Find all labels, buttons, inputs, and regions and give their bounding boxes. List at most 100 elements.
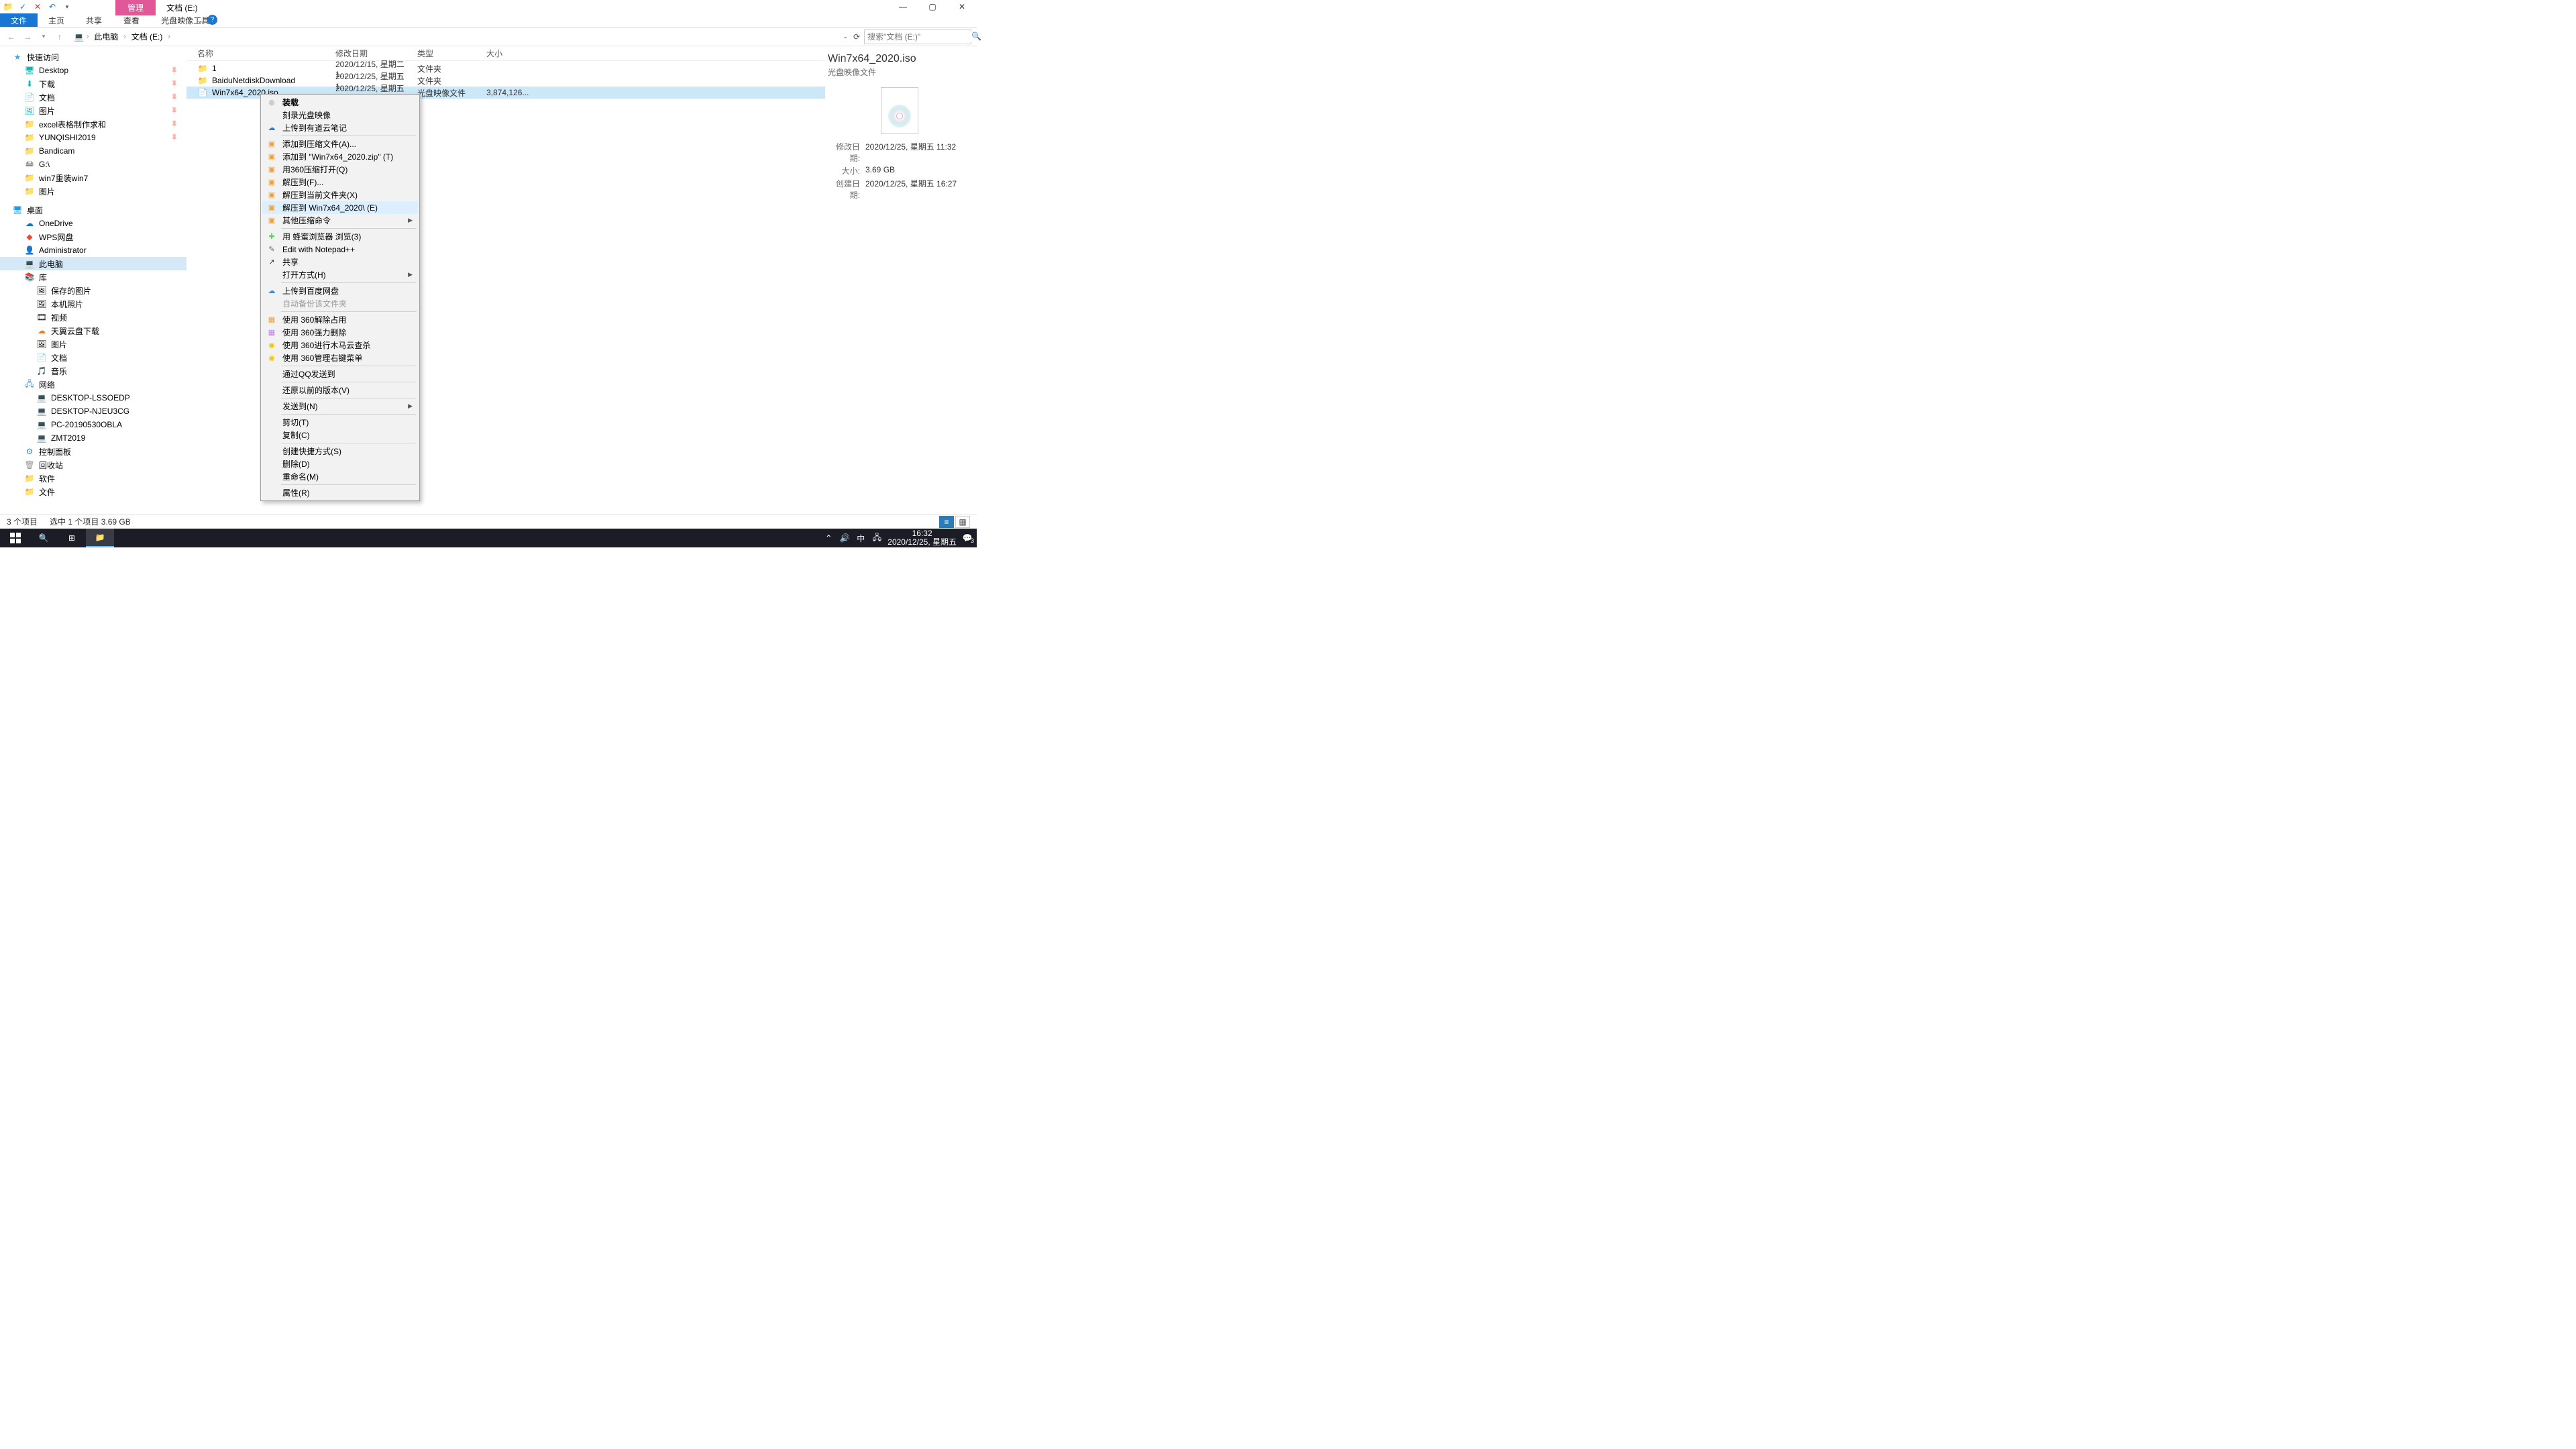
context-menu-item[interactable]: ✚用 蜂蜜浏览器 浏览(3) xyxy=(262,230,418,243)
search-icon[interactable]: 🔍 xyxy=(971,32,981,42)
file-row[interactable]: 📁12020/12/15, 星期二 1...文件夹 xyxy=(186,62,825,74)
context-menu-item[interactable]: 发送到(N)▶ xyxy=(262,400,418,413)
nav-net3[interactable]: 💻PC-20190530OBLA xyxy=(0,418,186,431)
nav-control-panel[interactable]: ⚙控制面板 xyxy=(0,445,186,458)
context-menu-item[interactable]: ▣添加到 "Win7x64_2020.zip" (T) xyxy=(262,150,418,163)
nav-onedrive[interactable]: ☁OneDrive xyxy=(0,217,186,230)
context-menu-item[interactable]: ↗共享 xyxy=(262,256,418,268)
context-menu-item[interactable]: 创建快捷方式(S) xyxy=(262,445,418,458)
qat-check-icon[interactable]: ✓ xyxy=(16,0,30,13)
task-view-button[interactable]: ⊞ xyxy=(58,529,86,547)
nav-forward-button[interactable]: → xyxy=(21,31,34,43)
nav-videos[interactable]: 🎞视频 xyxy=(0,311,186,324)
explorer-taskbar-icon[interactable]: 📁 xyxy=(86,529,114,547)
qat-dropdown-icon[interactable]: ▾ xyxy=(60,0,74,13)
context-menu-item[interactable]: ◉使用 360进行木马云查杀 xyxy=(262,339,418,352)
context-menu-item[interactable]: 删除(D) xyxy=(262,458,418,470)
start-button[interactable] xyxy=(1,529,30,547)
context-menu-item[interactable]: ☁上传到百度网盘 xyxy=(262,284,418,297)
nav-up-button[interactable]: ↑ xyxy=(54,31,66,43)
nav-wps[interactable]: ◆WPS网盘 xyxy=(0,230,186,244)
nav-lib-music[interactable]: 🎵音乐 xyxy=(0,364,186,378)
chevron-right-icon[interactable]: › xyxy=(123,33,125,40)
breadcrumb-pc[interactable]: 此电脑 xyxy=(91,30,121,44)
nav-excel[interactable]: 📁excel表格制作求和 xyxy=(0,117,186,131)
notifications-icon[interactable]: 💬3 xyxy=(962,533,973,543)
col-size[interactable]: 大小 xyxy=(486,48,527,59)
ribbon-tab-view[interactable]: 查看 xyxy=(113,13,150,28)
close-button[interactable]: ✕ xyxy=(947,0,977,13)
nav-g-drive[interactable]: 🖴G:\ xyxy=(0,158,186,171)
breadcrumb-drive[interactable]: 文档 (E:) xyxy=(129,30,166,44)
help-icon[interactable]: ? xyxy=(207,15,217,25)
address-dropdown-icon[interactable]: ⌄ xyxy=(843,33,848,40)
nav-pictures[interactable]: 🖼图片 xyxy=(0,104,186,117)
maximize-button[interactable]: ▢ xyxy=(918,0,947,13)
nav-net2[interactable]: 💻DESKTOP-NJEU3CG xyxy=(0,405,186,418)
ribbon-tab-file[interactable]: 文件 xyxy=(0,13,38,28)
context-menu-item[interactable]: 复制(C) xyxy=(262,429,418,441)
tray-overflow-icon[interactable]: ⌃ xyxy=(823,533,834,543)
nav-downloads[interactable]: ⬇下载 xyxy=(0,77,186,91)
file-row[interactable]: 📁BaiduNetdiskDownload2020/12/25, 星期五 1..… xyxy=(186,74,825,87)
context-menu-item[interactable]: 还原以前的版本(V) xyxy=(262,384,418,396)
context-menu-item[interactable]: ▣添加到压缩文件(A)... xyxy=(262,138,418,150)
nav-saved-pics[interactable]: 🖼保存的图片 xyxy=(0,284,186,297)
context-menu-item[interactable]: ▣解压到当前文件夹(X) xyxy=(262,189,418,201)
context-menu-item[interactable]: ▦使用 360强力删除 xyxy=(262,326,418,339)
chevron-right-icon[interactable]: › xyxy=(168,33,170,40)
breadcrumb[interactable]: 💻 › 此电脑 › 文档 (E:) › xyxy=(70,30,839,44)
context-menu-item[interactable]: ▣解压到 Win7x64_2020\ (E) xyxy=(262,201,418,214)
context-menu-item[interactable]: 重命名(M) xyxy=(262,470,418,483)
ribbon-expand-icon[interactable]: ⌄ xyxy=(197,15,203,25)
search-button[interactable]: 🔍 xyxy=(30,529,58,547)
nav-lib-pics[interactable]: 🖼图片 xyxy=(0,337,186,351)
context-menu-item[interactable]: ▣解压到(F)... xyxy=(262,176,418,189)
context-menu-item[interactable]: 通过QQ发送到 xyxy=(262,368,418,380)
nav-recycle[interactable]: 🗑回收站 xyxy=(0,458,186,472)
context-menu-item[interactable]: 剪切(T) xyxy=(262,416,418,429)
chevron-right-icon[interactable]: › xyxy=(87,33,89,40)
network-icon[interactable]: 🖧 xyxy=(871,533,882,543)
qat-delete-icon[interactable]: ✕ xyxy=(31,0,44,13)
nav-tianyi[interactable]: ☁天翼云盘下载 xyxy=(0,324,186,337)
ribbon-tab-home[interactable]: 主页 xyxy=(38,13,75,28)
nav-libraries[interactable]: 📚库 xyxy=(0,270,186,284)
search-box[interactable]: 🔍 xyxy=(864,30,971,44)
ime-icon[interactable]: 中 xyxy=(855,533,866,543)
col-type[interactable]: 类型 xyxy=(417,48,486,59)
nav-history-icon[interactable]: ▾ xyxy=(38,31,50,43)
context-menu-item[interactable]: ◉装载 xyxy=(262,96,418,109)
refresh-icon[interactable]: ⟳ xyxy=(853,32,860,42)
nav-pictures2[interactable]: 📁图片 xyxy=(0,184,186,198)
nav-quick-access[interactable]: ★快速访问 xyxy=(0,50,186,64)
col-name[interactable]: 名称 xyxy=(197,48,335,59)
nav-admin[interactable]: 👤Administrator xyxy=(0,244,186,257)
view-icons-button[interactable]: ▦ xyxy=(955,516,970,528)
nav-documents[interactable]: 📄文档 xyxy=(0,91,186,104)
nav-net4[interactable]: 💻ZMT2019 xyxy=(0,431,186,445)
search-input[interactable] xyxy=(867,32,971,42)
context-menu-item[interactable]: ▣其他压缩命令▶ xyxy=(262,214,418,227)
context-menu-item[interactable]: 打开方式(H)▶ xyxy=(262,268,418,281)
nav-bandicam[interactable]: 📁Bandicam xyxy=(0,144,186,158)
view-details-button[interactable]: ≡ xyxy=(939,516,954,528)
nav-back-button[interactable]: ← xyxy=(5,31,17,43)
nav-software[interactable]: 📁软件 xyxy=(0,472,186,485)
nav-net1[interactable]: 💻DESKTOP-LSSOEDP xyxy=(0,391,186,405)
volume-icon[interactable]: 🔊 xyxy=(839,533,850,543)
nav-desktop-root[interactable]: 🖥桌面 xyxy=(0,203,186,217)
context-menu-item[interactable]: ▣用360压缩打开(Q) xyxy=(262,163,418,176)
taskbar-clock[interactable]: 16:32 2020/12/25, 星期五 xyxy=(888,529,957,547)
nav-thispc[interactable]: 💻此电脑 xyxy=(0,257,186,270)
context-menu-item[interactable]: 刻录光盘映像 xyxy=(262,109,418,121)
context-menu-item[interactable]: ▦使用 360解除占用 xyxy=(262,313,418,326)
context-menu-item[interactable]: 属性(R) xyxy=(262,486,418,499)
minimize-button[interactable]: — xyxy=(888,0,918,13)
nav-win7reinstall[interactable]: 📁win7重装win7 xyxy=(0,171,186,184)
nav-lib-docs[interactable]: 📄文档 xyxy=(0,351,186,364)
nav-network[interactable]: 🖧网络 xyxy=(0,378,186,391)
ribbon-tab-share[interactable]: 共享 xyxy=(75,13,113,28)
col-date[interactable]: 修改日期 xyxy=(335,48,417,59)
context-menu-item[interactable]: ☁上传到有道云笔记 xyxy=(262,121,418,134)
